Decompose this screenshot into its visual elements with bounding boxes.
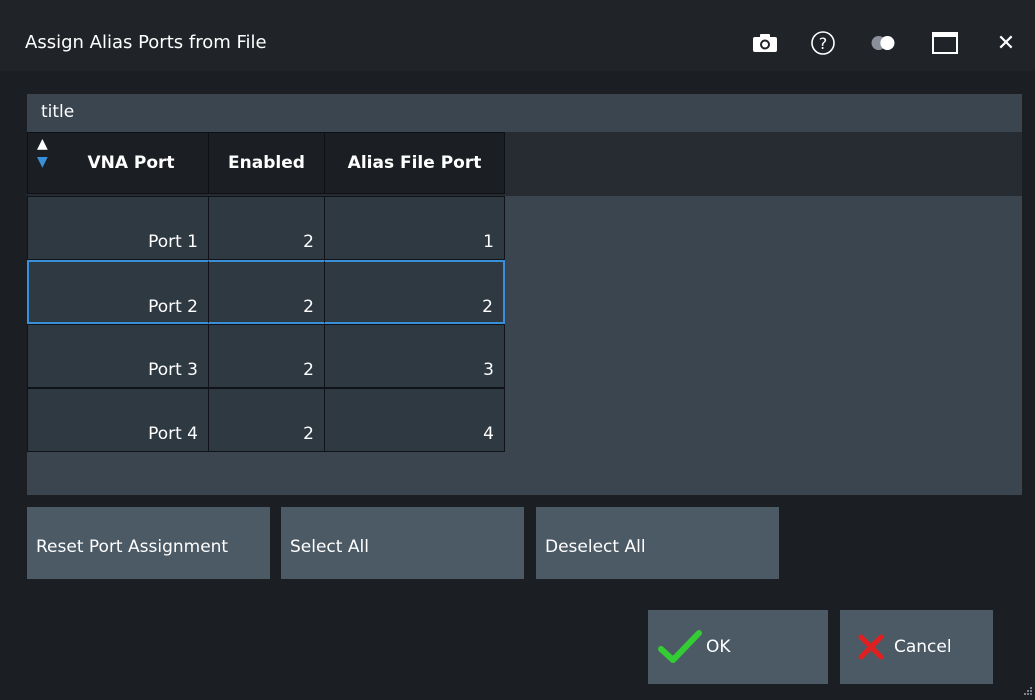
cancel-label: Cancel xyxy=(894,637,952,657)
cell-vna-port[interactable]: Port 4 xyxy=(27,388,209,452)
cell-enabled[interactable]: 2 xyxy=(208,196,325,260)
cell-vna-port[interactable]: Port 2 xyxy=(27,260,209,324)
cell-alias-port[interactable]: 2 xyxy=(324,260,505,324)
cell-enabled[interactable]: 2 xyxy=(208,324,325,388)
x-icon xyxy=(858,634,884,660)
maximize-icon[interactable] xyxy=(930,28,960,58)
help-icon[interactable]: ? xyxy=(808,28,838,58)
toggle-icon[interactable] xyxy=(868,28,898,58)
cell-vna-port[interactable]: Port 3 xyxy=(27,324,209,388)
column-header-label: Alias File Port xyxy=(347,153,482,173)
column-header-label: Enabled xyxy=(228,153,305,173)
camera-icon[interactable] xyxy=(750,28,780,58)
sort-arrows-icon[interactable]: ▲ ▼ xyxy=(37,135,53,171)
close-icon[interactable]: ✕ xyxy=(991,28,1021,58)
panel-title: title xyxy=(41,102,75,122)
reset-port-assignment-button[interactable]: Reset Port Assignment xyxy=(27,507,270,579)
resize-grip-icon[interactable] xyxy=(1023,681,1033,695)
ok-button[interactable]: OK xyxy=(648,610,828,684)
check-icon xyxy=(658,629,702,665)
column-header-vna-port[interactable]: ▲ ▼ VNA Port xyxy=(27,132,209,194)
cancel-button[interactable]: Cancel xyxy=(840,610,993,684)
help-glyph: ? xyxy=(818,33,828,53)
cell-enabled[interactable]: 2 xyxy=(208,260,325,324)
cell-alias-port[interactable]: 4 xyxy=(324,388,505,452)
cell-alias-port[interactable]: 3 xyxy=(324,324,505,388)
sort-up-icon[interactable]: ▲ xyxy=(37,135,53,153)
cell-alias-port[interactable]: 1 xyxy=(324,196,505,260)
column-header-enabled[interactable]: Enabled xyxy=(208,132,325,194)
sort-down-icon[interactable]: ▼ xyxy=(37,153,53,171)
dialog-title: Assign Alias Ports from File xyxy=(25,32,267,53)
ok-label: OK xyxy=(706,637,731,657)
dialog-title-bar: Assign Alias Ports from File ? ✕ xyxy=(0,0,1035,71)
port-table-panel: title ▲ ▼ VNA Port Enabled Alias File Po… xyxy=(27,94,1022,495)
column-header-label: VNA Port xyxy=(87,153,175,173)
cell-vna-port[interactable]: Port 1 xyxy=(27,196,209,260)
column-header-alias-file-port[interactable]: Alias File Port xyxy=(324,132,505,194)
select-all-button[interactable]: Select All xyxy=(281,507,524,579)
deselect-all-button[interactable]: Deselect All xyxy=(536,507,779,579)
cell-enabled[interactable]: 2 xyxy=(208,388,325,452)
